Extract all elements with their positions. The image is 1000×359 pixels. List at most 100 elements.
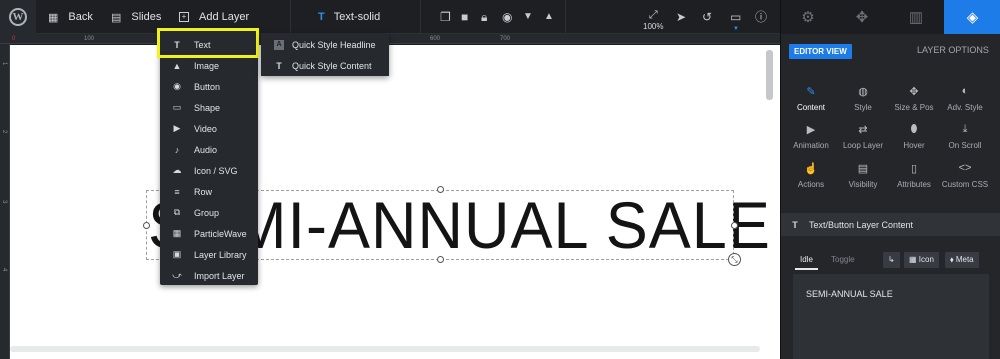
duplicate-icon[interactable]: ❐ [440, 10, 451, 24]
navigation-tab-icon[interactable]: ✥ [835, 0, 889, 34]
menu-item-group[interactable]: ⧉ Group [160, 202, 258, 223]
option-adv-style[interactable]: ◐ Adv. Style [938, 85, 992, 112]
layers-tab-icon[interactable]: ◈ [944, 0, 1000, 34]
scale-handle-icon[interactable]: ⤡ [728, 253, 741, 266]
desktop-icon[interactable]: ▭ [730, 10, 741, 24]
hand-icon: ☝ [804, 163, 818, 175]
document-icon: ▯ [910, 163, 918, 175]
layer-text-field[interactable]: SEMI-ANNUAL SALE [793, 274, 989, 359]
option-actions[interactable]: ☝ Actions [784, 162, 838, 189]
zoom-value: 100% [643, 22, 664, 31]
headline-icon: A [274, 39, 284, 50]
resize-handle[interactable] [731, 222, 738, 229]
wordpress-logo-icon[interactable]: W [0, 0, 36, 34]
play-icon: ▶ [806, 124, 816, 136]
option-content[interactable]: ✎ Content [784, 85, 838, 112]
options-panel: ⚙ ✥ ▥ ◈ EDITOR VIEW LAYER OPTIONS ✎ Conte… [780, 0, 1000, 359]
library-icon: ▣ [172, 249, 182, 259]
quick-style-content[interactable]: T Quick Style Content [261, 55, 389, 76]
menu-item-video[interactable]: ▶ Video [160, 118, 258, 139]
content-icon: T [276, 60, 282, 71]
meta-button-label: Meta [955, 255, 974, 264]
delete-icon[interactable]: ■ [461, 10, 468, 24]
slides-button[interactable]: ▤ Slides [111, 0, 161, 34]
menu-item-layer-library[interactable]: ▣ Layer Library [160, 244, 258, 265]
icon-button[interactable]: ▦ Icon [904, 252, 939, 268]
settings-tab-icon[interactable]: ⚙ [781, 0, 835, 34]
option-attributes[interactable]: ▯ Attributes [887, 162, 941, 189]
option-animation[interactable]: ▶ Animation [784, 123, 838, 150]
lock-icon[interactable]: 🔒︎ [481, 10, 487, 24]
option-label: Content [796, 103, 826, 112]
ruler-top: 0 100 600 700 [0, 34, 780, 44]
menu-item-audio[interactable]: ♪ Audio [160, 139, 258, 160]
undo-icon[interactable]: ↺ [702, 10, 712, 24]
option-on-scroll[interactable]: ⤓ On Scroll [938, 123, 992, 150]
menu-item-label: Group [194, 207, 220, 218]
option-hover[interactable]: ⬮ Hover [887, 123, 941, 150]
menu-item-button[interactable]: ◉ Button [160, 76, 258, 97]
text-icon: T [792, 219, 798, 230]
menu-item-label: Row [194, 186, 213, 197]
help-icon[interactable]: ⓘ [755, 10, 767, 24]
tab-toggle[interactable]: Toggle [831, 250, 855, 270]
ruler-mark: 1 [1, 62, 7, 66]
horizontal-scrollbar[interactable] [10, 346, 760, 352]
resize-handle[interactable] [143, 222, 150, 229]
option-size-pos[interactable]: ✥ Size & Pos [887, 85, 941, 112]
submenu-label: Quick Style Content [292, 60, 372, 71]
section-title: Text/Button Layer Content [809, 219, 914, 230]
video-icon: ▶ [173, 123, 181, 133]
pencil-icon: ✎ [806, 86, 816, 98]
add-layer-label: Add Layer [199, 11, 250, 23]
option-label: Loop Layer [842, 141, 884, 150]
row-icon: ≡ [174, 186, 180, 197]
resize-handle[interactable] [437, 256, 444, 263]
menu-item-image[interactable]: ▲ Image [160, 55, 258, 76]
return-icon[interactable]: ↳ [883, 252, 900, 268]
option-visibility[interactable]: ▤ Visibility [836, 162, 890, 189]
option-label: Adv. Style [947, 103, 983, 112]
slide-tab-icon[interactable]: ▥ [889, 0, 943, 34]
option-label: Animation [793, 141, 829, 150]
section-header[interactable]: T Text/Button Layer Content [781, 213, 1000, 236]
submenu-label: Quick Style Headline [292, 39, 376, 50]
back-label: Back [68, 11, 93, 23]
menu-item-row[interactable]: ≡ Row [160, 181, 258, 202]
back-button[interactable]: ▦ Back [48, 0, 93, 34]
menu-item-particlewave[interactable]: ▦ ParticleWave [160, 223, 258, 244]
option-loop-layer[interactable]: ⇄ Loop Layer [836, 123, 890, 150]
grid-icon: ▦ [909, 255, 919, 264]
tab-idle[interactable]: Idle [795, 250, 818, 270]
zoom-control[interactable]: ⤢ 100% [643, 9, 663, 31]
divider [565, 0, 566, 34]
vertical-scrollbar[interactable] [766, 50, 773, 100]
visibility-icon[interactable]: ◉ [502, 10, 512, 24]
quick-style-headline[interactable]: A Quick Style Headline [261, 34, 389, 55]
meta-button[interactable]: ⬧ Meta [945, 252, 979, 268]
option-label: Hover [903, 141, 925, 150]
panel-tabs: ⚙ ✥ ▥ ◈ [781, 0, 1000, 34]
option-label: Attributes [897, 180, 931, 189]
editor-view-button[interactable]: EDITOR VIEW [789, 44, 852, 59]
text-item-highlight [157, 28, 259, 58]
add-layer-menu: T Text ▲ Image ◉ Button ▭ Shape ▶ Video ♪ Audi… [160, 30, 258, 285]
cursor-icon[interactable]: ➤ [676, 10, 686, 24]
move-icon: ✥ [909, 86, 919, 98]
mouse-icon: ⬮ [910, 123, 918, 135]
layer-name[interactable]: T Text-solid [318, 0, 380, 34]
ruler-left: 1 2 3 4 [0, 44, 10, 359]
move-up-icon[interactable]: ▲ [544, 10, 554, 24]
option-custom-css[interactable]: <> Custom CSS [938, 162, 992, 189]
resize-handle[interactable] [437, 186, 444, 193]
menu-item-icon-svg[interactable]: ☁ Icon / SVG [160, 160, 258, 181]
menu-item-import-layer[interactable]: ⤻ Import Layer [160, 265, 258, 286]
ruler-mark: 3 [1, 200, 7, 204]
contrast-icon: ◐ [961, 85, 969, 97]
menu-item-label: Video [194, 123, 217, 134]
option-style[interactable]: ◍ Style [836, 85, 890, 112]
visibility-icon: ▤ [857, 163, 869, 175]
menu-item-shape[interactable]: ▭ Shape [160, 97, 258, 118]
import-icon: ⤻ [172, 270, 182, 280]
move-down-icon[interactable]: ▼ [523, 10, 533, 24]
